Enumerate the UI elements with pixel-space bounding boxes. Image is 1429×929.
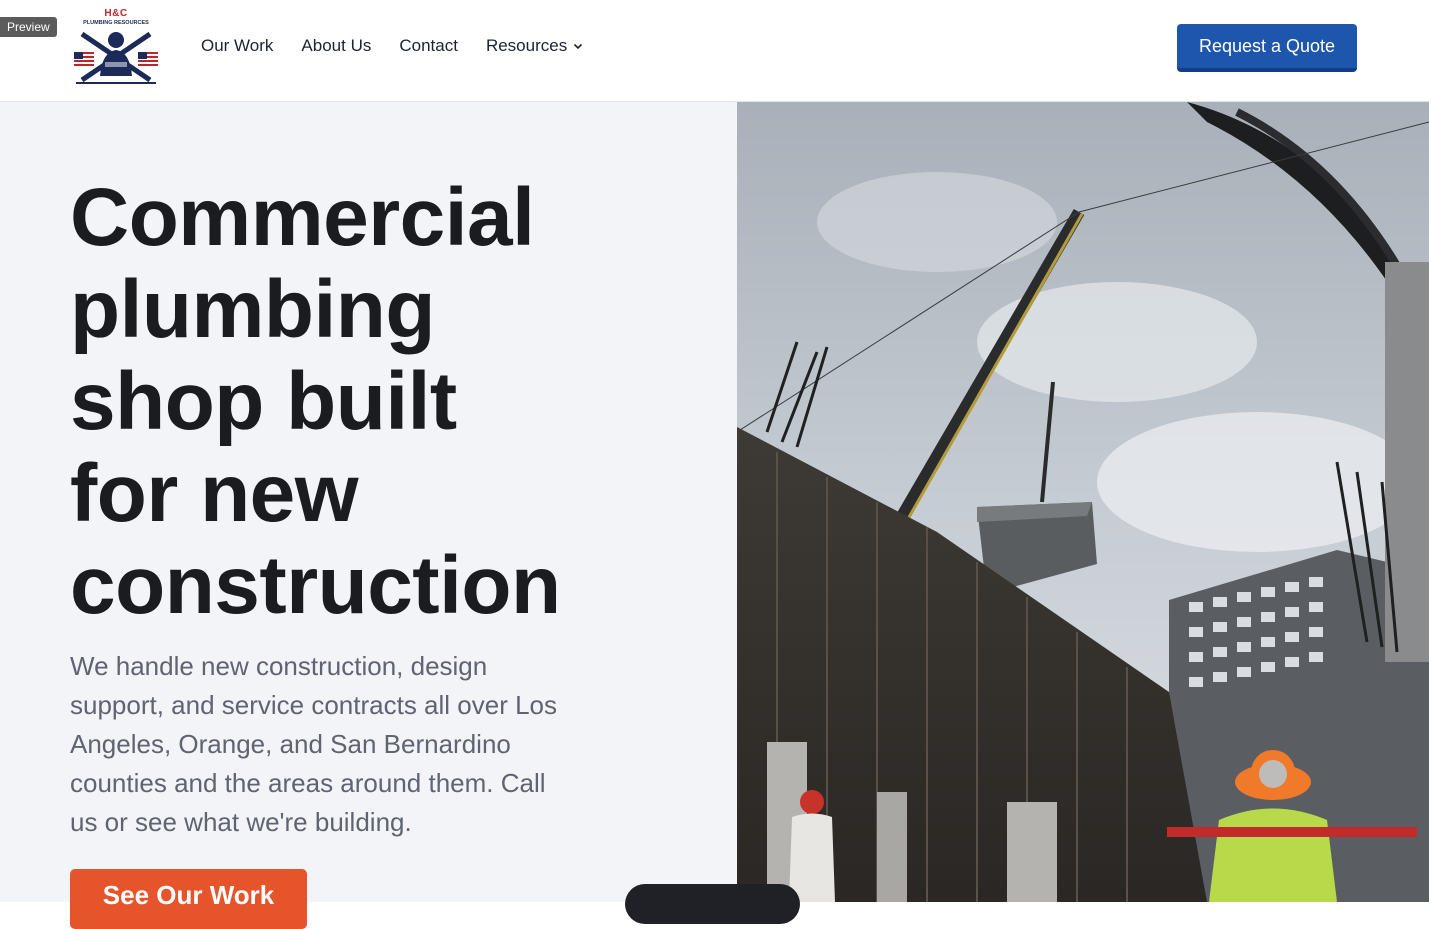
- hero-description-line: support, and service contracts all over …: [70, 690, 558, 720]
- hero-section: Commercial plumbing shop built for new c…: [0, 102, 737, 929]
- see-our-work-button[interactable]: See Our Work: [70, 869, 307, 929]
- company-logo[interactable]: H&C PLUMBING RESOURCES: [72, 6, 160, 86]
- flag-left-icon: [74, 52, 94, 66]
- logo-brand: H&C: [104, 8, 128, 19]
- hero-construction-photo: [737, 102, 1429, 902]
- hero-description-line: us or see what we're building.: [70, 807, 412, 837]
- preview-badge: Preview: [0, 17, 57, 37]
- site-header: H&C PLUMBING RESOURCES Our Work About Us…: [0, 0, 1429, 102]
- nav-our-work[interactable]: Our Work: [201, 36, 273, 56]
- hero-description-line: counties and the areas around them. Call: [70, 768, 546, 798]
- nav-contact[interactable]: Contact: [399, 36, 458, 56]
- hero-description-line: Angeles, Orange, and San Bernardino: [70, 729, 511, 759]
- plumber-mascot-icon: [74, 31, 158, 84]
- flag-right-icon: [138, 52, 158, 66]
- hero-title-line: shop built: [70, 356, 457, 447]
- logo-subtitle: PLUMBING RESOURCES: [83, 20, 149, 26]
- hero-title-line: Commercial: [70, 172, 535, 263]
- hero-description: We handle new construction, design suppo…: [70, 647, 600, 842]
- bottom-toolbar-dock[interactable]: [625, 884, 800, 924]
- construction-site-image: [737, 102, 1429, 902]
- hero-title-line: for new: [70, 448, 359, 539]
- main-nav: Our Work About Us Contact Resources: [201, 36, 583, 56]
- chevron-down-icon: [574, 43, 583, 50]
- request-quote-button[interactable]: Request a Quote: [1177, 24, 1357, 72]
- hero-title-line: plumbing: [70, 264, 435, 355]
- nav-resources-dropdown[interactable]: Resources: [486, 36, 583, 56]
- hero-description-line: We handle new construction, design: [70, 651, 488, 681]
- hero-title-line: construction: [70, 540, 561, 631]
- hero-title: Commercial plumbing shop built for new c…: [70, 172, 690, 632]
- nav-about-us[interactable]: About Us: [301, 36, 371, 56]
